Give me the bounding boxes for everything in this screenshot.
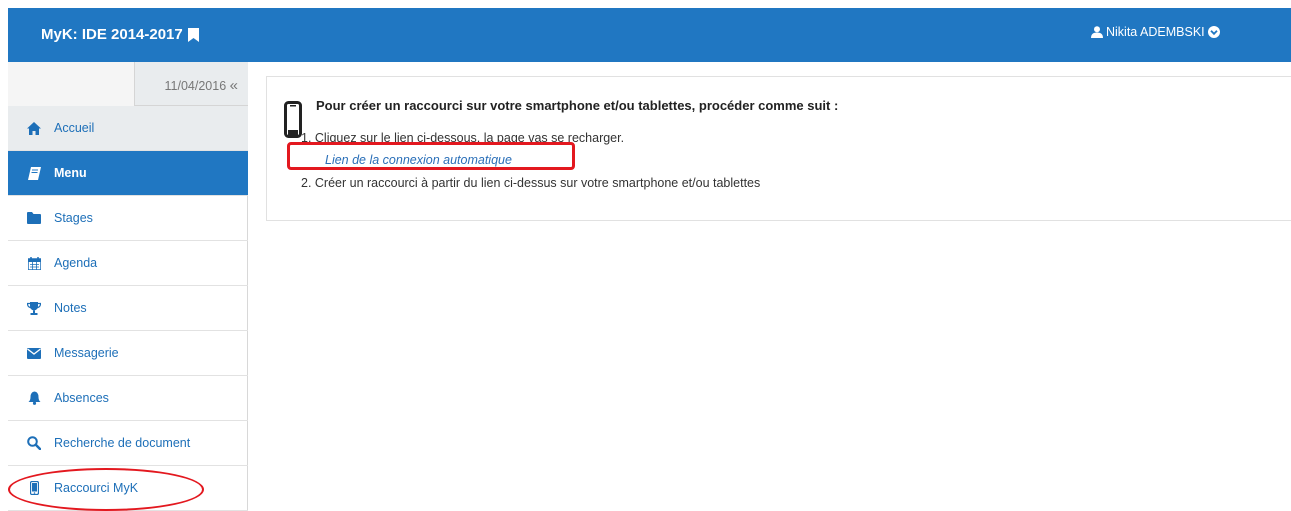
smartphone-icon xyxy=(284,101,302,138)
sidebar: 11/04/2016 « Accueil Menu Stages Agenda xyxy=(8,62,248,511)
sidebar-item-recherche[interactable]: Recherche de document xyxy=(8,421,248,466)
mobile-icon xyxy=(26,480,42,496)
sidebar-item-label: Menu xyxy=(54,166,87,180)
sidebar-item-label: Notes xyxy=(54,301,87,315)
sidebar-item-messagerie[interactable]: Messagerie xyxy=(8,331,248,376)
current-date: 11/04/2016 xyxy=(164,79,227,93)
app-title[interactable]: MyK: IDE 2014-2017 xyxy=(41,26,199,43)
bell-icon xyxy=(26,390,42,406)
sidebar-date-row: 11/04/2016 « xyxy=(8,62,248,106)
search-icon xyxy=(26,435,42,451)
user-icon xyxy=(1091,26,1103,38)
sidebar-item-notes[interactable]: Notes xyxy=(8,286,248,331)
sidebar-item-label: Absences xyxy=(54,391,109,405)
calendar-icon xyxy=(26,255,42,271)
sidebar-item-label: Stages xyxy=(54,211,93,225)
user-menu[interactable]: Nikita ADEMBSKI xyxy=(1091,25,1220,39)
sidebar-item-label: Raccourci MyK xyxy=(54,481,139,495)
sidebar-item-stages[interactable]: Stages xyxy=(8,196,248,241)
sidebar-item-menu[interactable]: Menu xyxy=(8,151,248,196)
sidebar-item-agenda[interactable]: Agenda xyxy=(8,241,248,286)
step-1-text: 1. Cliquez sur le lien ci-dessous, la pa… xyxy=(301,131,625,145)
folder-icon xyxy=(26,210,42,226)
sidebar-item-label: Messagerie xyxy=(54,346,119,360)
user-name: Nikita ADEMBSKI xyxy=(1106,25,1205,39)
home-icon xyxy=(26,120,42,136)
envelope-icon xyxy=(26,345,42,361)
book-icon xyxy=(26,165,42,181)
sidebar-item-absences[interactable]: Absences xyxy=(8,376,248,421)
chevron-circle-down-icon xyxy=(1207,26,1220,38)
instructions-title: Pour créer un raccourci sur votre smartp… xyxy=(316,98,839,113)
top-bar: MyK: IDE 2014-2017 Nikita ADEMBSKI xyxy=(8,8,1291,62)
trophy-icon xyxy=(26,300,42,316)
step-2-text: 2. Créer un raccourci à partir du lien c… xyxy=(301,176,761,190)
sidebar-item-raccourci[interactable]: Raccourci MyK xyxy=(8,466,248,511)
sidebar-item-accueil[interactable]: Accueil xyxy=(8,106,248,151)
sidebar-item-label: Agenda xyxy=(54,256,98,270)
app-title-text: MyK: IDE 2014-2017 xyxy=(41,26,183,43)
collapse-sidebar-icon[interactable]: « xyxy=(230,77,238,94)
date-cell[interactable]: 11/04/2016 « xyxy=(134,62,248,106)
sidebar-item-label: Recherche de document xyxy=(54,436,191,450)
auto-login-link[interactable]: Lien de la connexion automatique xyxy=(325,153,512,167)
sidebar-item-label: Accueil xyxy=(54,121,95,135)
bookmark-icon xyxy=(187,27,199,42)
